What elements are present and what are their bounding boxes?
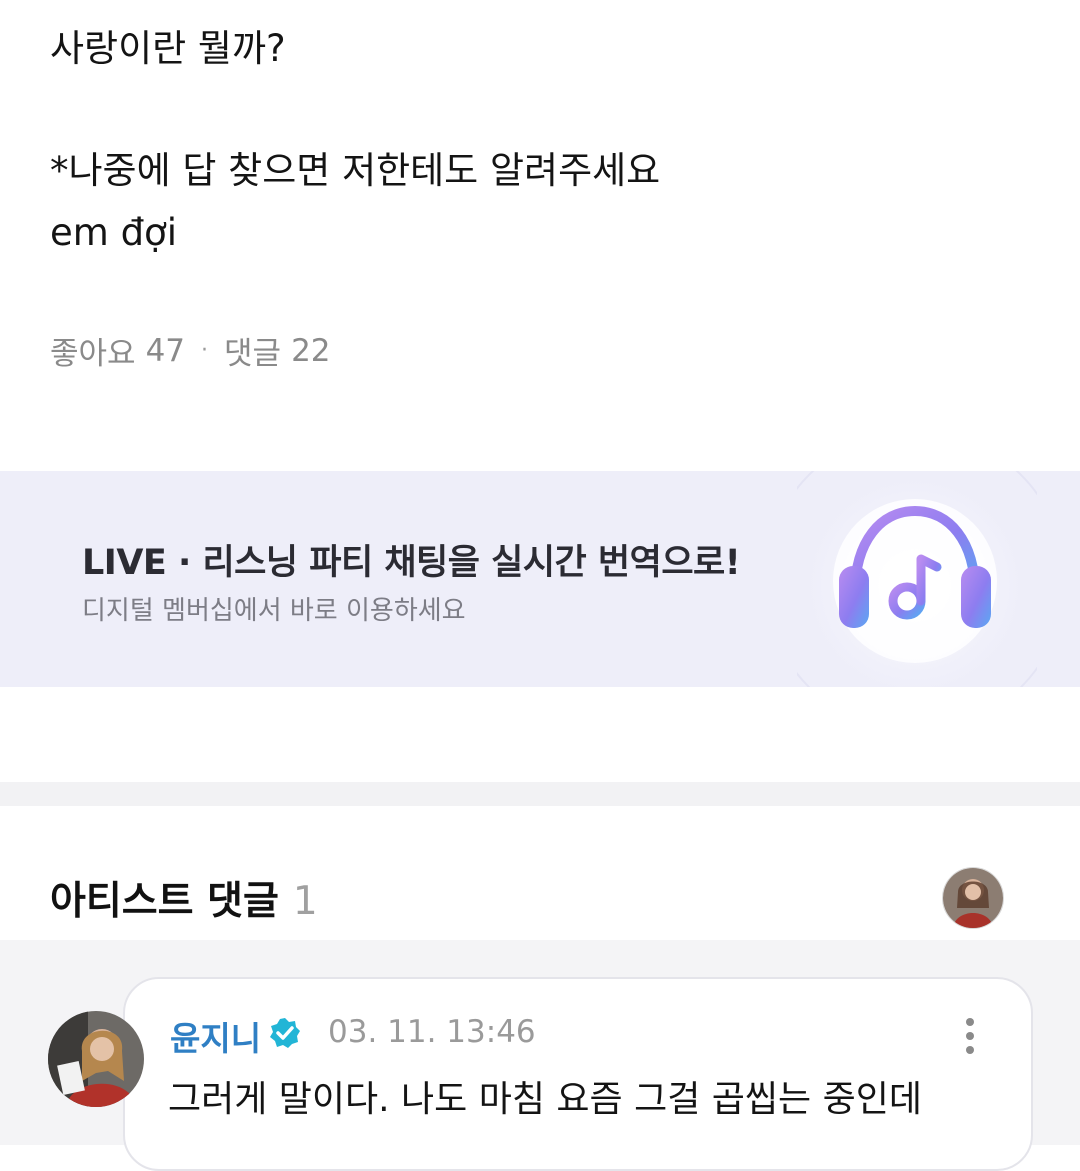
section-divider <box>0 782 1080 806</box>
comments-label[interactable]: 댓글 <box>224 328 281 373</box>
comment-timestamp: 03. 11. 13:46 <box>328 1014 536 1050</box>
verified-badge-icon <box>268 1016 302 1050</box>
comment-author[interactable]: 윤지니 <box>170 1012 261 1060</box>
post-stats: 좋아요 47 · 댓글 22 <box>50 328 331 373</box>
banner-title: LIVE · 리스닝 파티 채팅을 실시간 번역으로! <box>82 543 741 583</box>
stats-separator: · <box>201 338 209 363</box>
commenter-avatar[interactable] <box>48 1011 144 1107</box>
post-body: 사랑이란 뭘까? *나중에 답 찾으면 저한테도 알려주세요 em đợi <box>50 18 1040 264</box>
comments-count: 22 <box>291 332 331 369</box>
post-text-line: 사랑이란 뭘까? <box>50 27 286 70</box>
artist-comments-title: 아티스트 댓글 <box>50 879 279 924</box>
likes-label[interactable]: 좋아요 <box>50 328 136 373</box>
post-text-line: em đợi <box>50 211 177 254</box>
artist-comments-heading: 아티스트 댓글 1 <box>50 870 318 926</box>
artist-avatar[interactable] <box>942 867 1004 929</box>
post-text-line: *나중에 답 찾으면 저한테도 알려주세요 <box>50 149 661 192</box>
banner-subtitle: 디지털 멤버십에서 바로 이용하세요 <box>82 596 466 626</box>
comment-text: 그러게 말이다. 나도 마침 요즘 그걸 곱씹는 중인데 <box>168 1079 922 1120</box>
headphones-music-icon <box>797 471 1037 687</box>
more-vertical-icon[interactable] <box>956 1014 984 1058</box>
artist-comments-count: 1 <box>292 879 318 924</box>
likes-count: 47 <box>145 332 186 369</box>
